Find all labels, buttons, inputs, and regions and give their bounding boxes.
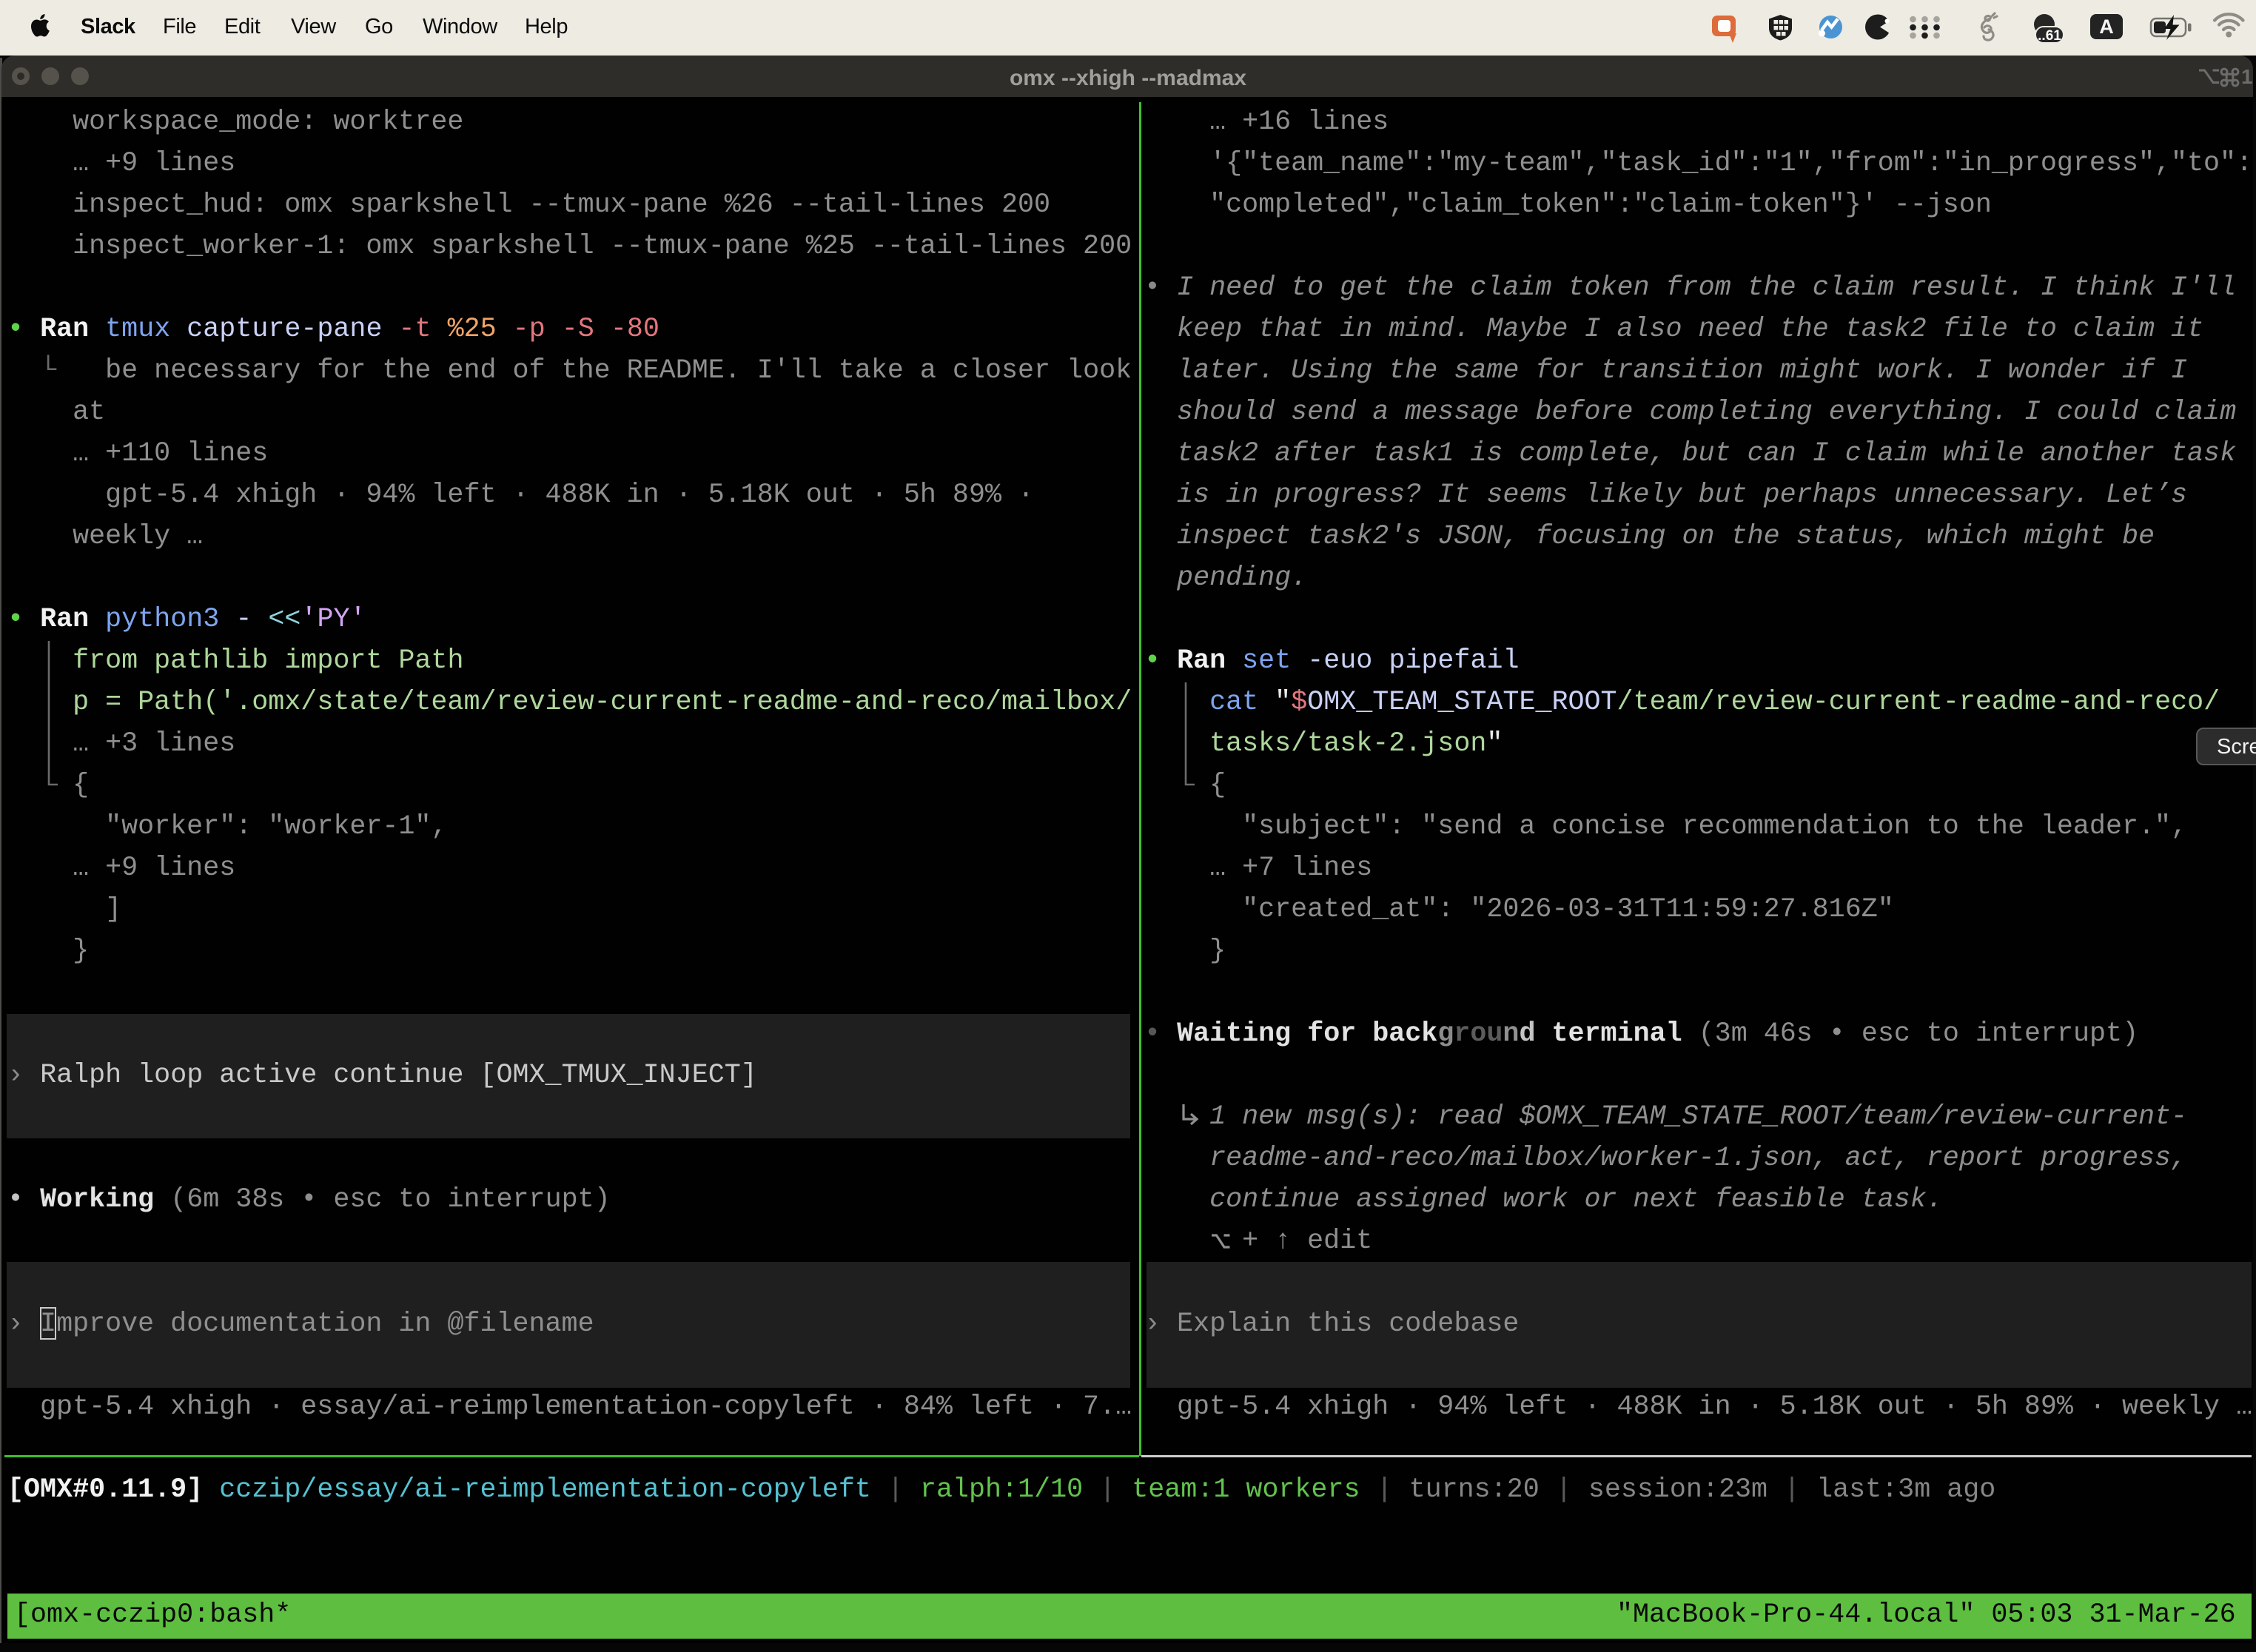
svg-text:A: A: [2099, 16, 2114, 38]
svg-text:..61: ..61: [2038, 28, 2061, 44]
